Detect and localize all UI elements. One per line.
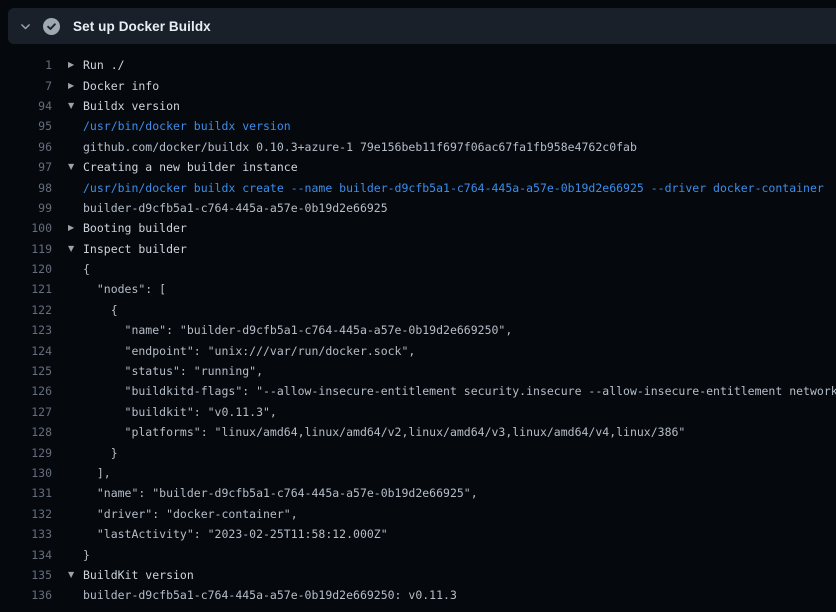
log-line: 100 ▶ Booting builder bbox=[0, 218, 836, 238]
log-line: 96 github.com/docker/buildx 0.10.3+azure… bbox=[0, 137, 836, 157]
log-text: builder-d9cfb5a1-c764-445a-a57e-0b19d2e6… bbox=[83, 201, 388, 215]
log-line: 95 /usr/bin/docker buildx version bbox=[0, 116, 836, 136]
log-text: { bbox=[83, 262, 90, 276]
log-line: 123 "name": "builder-d9cfb5a1-c764-445a-… bbox=[0, 320, 836, 340]
log-text: } bbox=[83, 446, 118, 460]
line-number[interactable]: 97 bbox=[0, 160, 52, 174]
log-text: /usr/bin/docker buildx version bbox=[83, 119, 291, 133]
log-text: "buildkitd-flags": "--allow-insecure-ent… bbox=[83, 384, 836, 398]
log-text: "name": "builder-d9cfb5a1-c764-445a-a57e… bbox=[83, 486, 478, 500]
triangle-right-icon[interactable]: ▶ bbox=[52, 82, 83, 90]
line-number[interactable]: 136 bbox=[0, 588, 52, 602]
line-number[interactable]: 100 bbox=[0, 221, 52, 235]
log-line: 126 "buildkitd-flags": "--allow-insecure… bbox=[0, 381, 836, 401]
log-line: 132 "driver": "docker-container", bbox=[0, 504, 836, 524]
line-number[interactable]: 127 bbox=[0, 405, 52, 419]
log-line: 97 ▼ Creating a new builder instance bbox=[0, 157, 836, 177]
log-group-label[interactable]: BuildKit version bbox=[83, 568, 194, 582]
line-number[interactable]: 131 bbox=[0, 486, 52, 500]
log-text: "driver": "docker-container", bbox=[83, 507, 298, 521]
line-number[interactable]: 130 bbox=[0, 466, 52, 480]
line-number[interactable]: 120 bbox=[0, 262, 52, 276]
log-line: 121 "nodes": [ bbox=[0, 279, 836, 299]
line-number[interactable]: 99 bbox=[0, 201, 52, 215]
chevron-down-icon[interactable] bbox=[17, 18, 33, 34]
line-number[interactable]: 119 bbox=[0, 242, 52, 256]
step-header[interactable]: Set up Docker Buildx bbox=[8, 8, 836, 44]
log-line: 127 "buildkit": "v0.11.3", bbox=[0, 402, 836, 422]
line-number[interactable]: 126 bbox=[0, 384, 52, 398]
log-line: 98 /usr/bin/docker buildx create --name … bbox=[0, 177, 836, 197]
log-line: 131 "name": "builder-d9cfb5a1-c764-445a-… bbox=[0, 483, 836, 503]
log-text: "status": "running", bbox=[83, 364, 263, 378]
step-success-check-icon bbox=[43, 18, 60, 35]
line-number[interactable]: 129 bbox=[0, 446, 52, 460]
log-text: ], bbox=[83, 466, 111, 480]
log-text: "platforms": "linux/amd64,linux/amd64/v2… bbox=[83, 425, 685, 439]
line-number[interactable]: 95 bbox=[0, 119, 52, 133]
log-line: 129 } bbox=[0, 442, 836, 462]
log-text: } bbox=[83, 548, 90, 562]
log-area: 1 ▶ Run ./ 7 ▶ Docker info 94 ▼ Buildx v… bbox=[0, 44, 836, 606]
line-number[interactable]: 135 bbox=[0, 568, 52, 582]
log-line: 94 ▼ Buildx version bbox=[0, 96, 836, 116]
line-number[interactable]: 133 bbox=[0, 527, 52, 541]
log-line: 1 ▶ Run ./ bbox=[0, 55, 836, 75]
step-title: Set up Docker Buildx bbox=[73, 19, 211, 34]
log-line: 128 "platforms": "linux/amd64,linux/amd6… bbox=[0, 422, 836, 442]
log-text: "endpoint": "unix:///var/run/docker.sock… bbox=[83, 344, 415, 358]
log-line: 133 "lastActivity": "2023-02-25T11:58:12… bbox=[0, 524, 836, 544]
log-line: 136 builder-d9cfb5a1-c764-445a-a57e-0b19… bbox=[0, 585, 836, 605]
log-text: github.com/docker/buildx 0.10.3+azure-1 … bbox=[83, 140, 637, 154]
log-text: { bbox=[83, 303, 118, 317]
line-number[interactable]: 123 bbox=[0, 323, 52, 337]
log-text: builder-d9cfb5a1-c764-445a-a57e-0b19d2e6… bbox=[83, 588, 457, 602]
log-group-label[interactable]: Run ./ bbox=[83, 58, 125, 72]
log-line: 7 ▶ Docker info bbox=[0, 75, 836, 95]
triangle-down-icon[interactable]: ▼ bbox=[52, 245, 83, 253]
log-line: 130 ], bbox=[0, 463, 836, 483]
triangle-right-icon[interactable]: ▶ bbox=[52, 61, 83, 69]
line-number[interactable]: 124 bbox=[0, 344, 52, 358]
log-text: "buildkit": "v0.11.3", bbox=[83, 405, 277, 419]
log-line: 135 ▼ BuildKit version bbox=[0, 565, 836, 585]
line-number[interactable]: 134 bbox=[0, 548, 52, 562]
line-number[interactable]: 98 bbox=[0, 181, 52, 195]
triangle-down-icon[interactable]: ▼ bbox=[52, 102, 83, 110]
triangle-right-icon[interactable]: ▶ bbox=[52, 224, 83, 232]
log-line: 125 "status": "running", bbox=[0, 361, 836, 381]
line-number[interactable]: 132 bbox=[0, 507, 52, 521]
log-line: 119 ▼ Inspect builder bbox=[0, 239, 836, 259]
log-line: 99 builder-d9cfb5a1-c764-445a-a57e-0b19d… bbox=[0, 198, 836, 218]
log-text: "name": "builder-d9cfb5a1-c764-445a-a57e… bbox=[83, 323, 512, 337]
line-number[interactable]: 96 bbox=[0, 140, 52, 154]
line-number[interactable]: 125 bbox=[0, 364, 52, 378]
log-group-label[interactable]: Docker info bbox=[83, 79, 159, 93]
triangle-down-icon[interactable]: ▼ bbox=[52, 571, 83, 579]
triangle-down-icon[interactable]: ▼ bbox=[52, 163, 83, 171]
line-number[interactable]: 122 bbox=[0, 303, 52, 317]
log-line: 134 } bbox=[0, 544, 836, 564]
log-text: /usr/bin/docker buildx create --name bui… bbox=[83, 181, 824, 195]
line-number[interactable]: 128 bbox=[0, 425, 52, 439]
line-number[interactable]: 1 bbox=[0, 58, 52, 72]
line-number[interactable]: 121 bbox=[0, 282, 52, 296]
log-group-label[interactable]: Buildx version bbox=[83, 99, 180, 113]
log-group-label[interactable]: Inspect builder bbox=[83, 242, 187, 256]
line-number[interactable]: 7 bbox=[0, 79, 52, 93]
log-line: 122 { bbox=[0, 300, 836, 320]
log-group-label[interactable]: Booting builder bbox=[83, 221, 187, 235]
log-text: "lastActivity": "2023-02-25T11:58:12.000… bbox=[83, 527, 388, 541]
log-line: 124 "endpoint": "unix:///var/run/docker.… bbox=[0, 340, 836, 360]
line-number[interactable]: 94 bbox=[0, 99, 52, 113]
log-group-label[interactable]: Creating a new builder instance bbox=[83, 160, 298, 174]
log-line: 120 { bbox=[0, 259, 836, 279]
log-text: "nodes": [ bbox=[83, 282, 166, 296]
